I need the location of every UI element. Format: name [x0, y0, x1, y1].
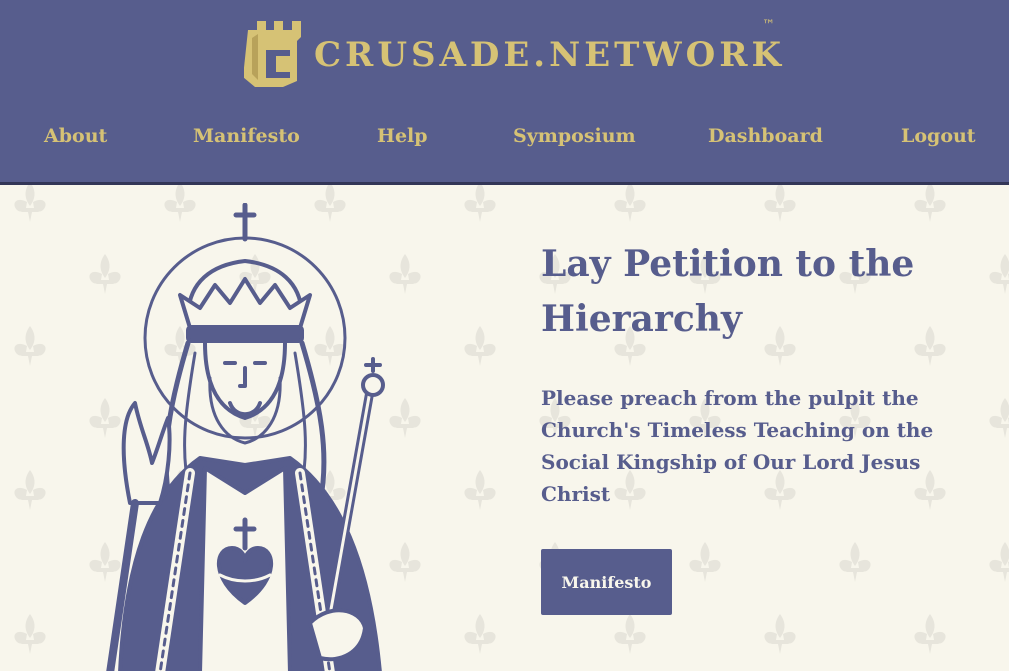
- trademark-symbol: ™: [762, 18, 775, 33]
- castle-tower-c-icon: [244, 21, 301, 87]
- nav-logout[interactable]: Logout: [901, 118, 976, 154]
- christ-the-king-illustration: [106, 203, 385, 671]
- nav-manifesto[interactable]: Manifesto: [193, 118, 300, 154]
- page-title: Lay Petition to the Hierarchy: [541, 243, 915, 340]
- nav-dashboard[interactable]: Dashboard: [708, 118, 823, 154]
- hero-section: Lay Petition to the Hierarchy Please pre…: [0, 185, 1009, 671]
- manifesto-button[interactable]: Manifesto: [541, 549, 672, 615]
- hero-subtitle: Please preach from the pulpit the Church…: [541, 386, 934, 506]
- main-nav: About Manifesto Help Symposium Dashboard…: [0, 118, 1009, 154]
- brand-name: CRUSADE.NETWORK: [314, 35, 786, 75]
- nav-about[interactable]: About: [44, 118, 107, 154]
- site-logo[interactable]: CRUSADE.NETWORK: [244, 14, 785, 94]
- nav-help[interactable]: Help: [377, 118, 428, 154]
- nav-symposium[interactable]: Symposium: [513, 118, 636, 154]
- site-header: CRUSADE.NETWORK ™ About Manifesto Help S…: [0, 0, 1009, 185]
